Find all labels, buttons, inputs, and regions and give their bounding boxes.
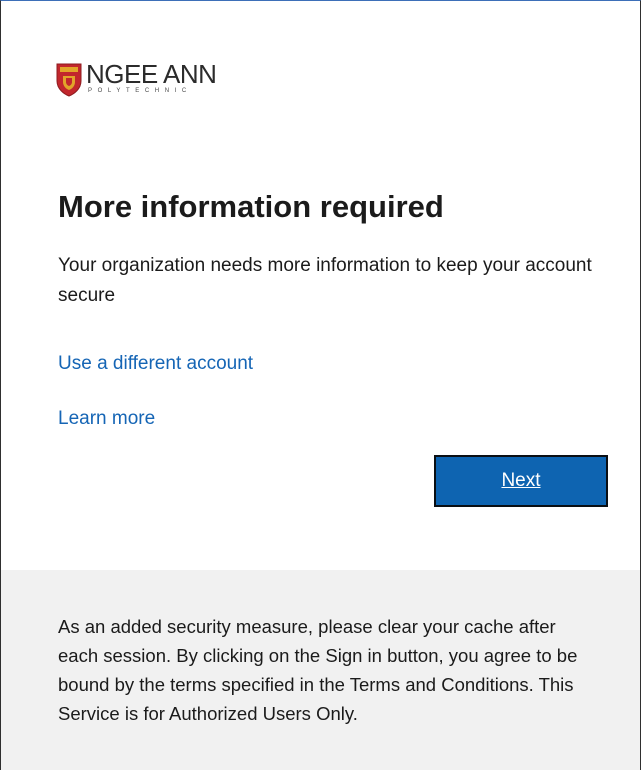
sign-in-dialog: NGEE ANN POLYTECHNIC More information re… xyxy=(0,0,641,770)
logo-subtitle: POLYTECHNIC xyxy=(88,88,192,94)
description-text: Your organization needs more information… xyxy=(58,255,592,306)
learn-more-link[interactable]: Learn more xyxy=(58,406,155,432)
use-different-account-link[interactable]: Use a different account xyxy=(58,351,253,377)
page-title: More information required xyxy=(58,189,444,224)
security-notice: As an added security measure, please cle… xyxy=(58,616,578,724)
logo-name: NGEE ANN xyxy=(86,59,217,89)
next-button[interactable]: Next xyxy=(434,455,608,507)
footer-panel: As an added security measure, please cle… xyxy=(1,570,640,770)
organization-logo: NGEE ANN POLYTECHNIC xyxy=(56,59,256,101)
shield-icon xyxy=(56,63,82,97)
